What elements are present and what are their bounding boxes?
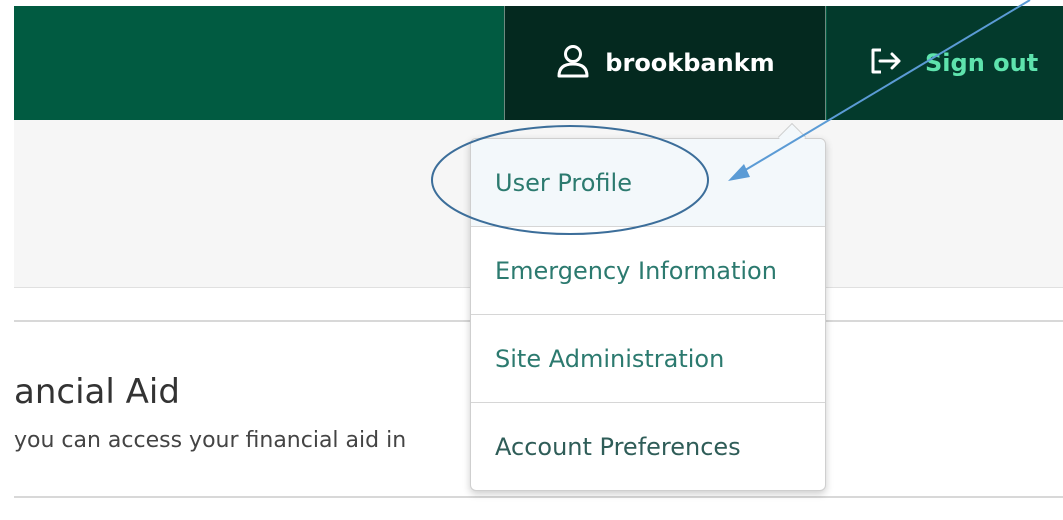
username-label: brookbankm [605,49,775,77]
menu-item-account-preferences[interactable]: Account Preferences [471,403,825,491]
card-description: you can access your financial aid in [14,428,407,453]
menu-item-site-administration[interactable]: Site Administration [471,315,825,403]
sign-out-button[interactable]: Sign out [827,6,1063,120]
sign-out-label: Sign out [925,49,1039,77]
user-icon [555,43,591,83]
menu-item-user-profile[interactable]: User Profile [471,139,825,227]
screen: brookbankm Sign out ancial Aid you can a… [0,0,1063,520]
sign-out-icon [869,46,903,80]
user-menu-button[interactable]: brookbankm [504,6,826,120]
card-title: ancial Aid [14,372,180,412]
menu-item-emergency-information[interactable]: Emergency Information [471,227,825,315]
user-dropdown-menu: User Profile Emergency Information Site … [470,138,826,491]
